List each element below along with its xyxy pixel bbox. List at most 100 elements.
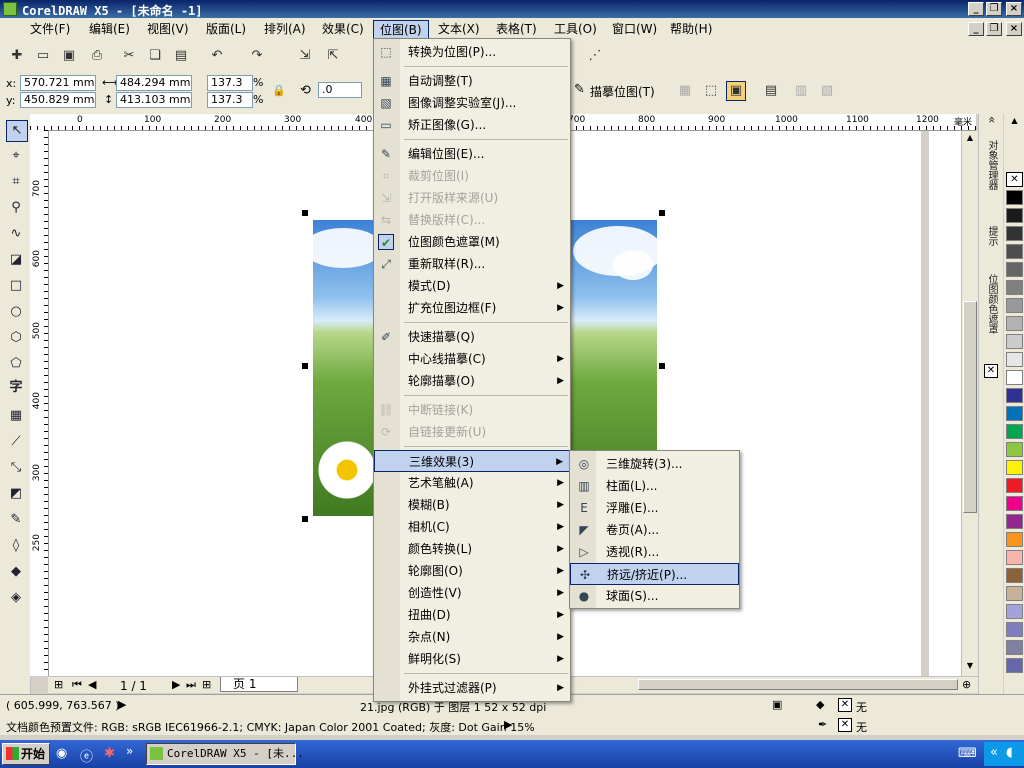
basic-shapes-icon[interactable]: ⬠: [6, 354, 26, 374]
color-swatch[interactable]: [1006, 244, 1023, 259]
freehand-tool-icon[interactable]: ∿: [6, 224, 26, 244]
color-swatch[interactable]: [1006, 262, 1023, 277]
no-outline-swatch-icon[interactable]: ✕: [838, 718, 852, 732]
add-page-end-icon[interactable]: ⊞: [202, 678, 211, 691]
menu-item-31[interactable]: 鲜明化(S) ▶: [374, 648, 570, 670]
menu-text[interactable]: 文本(X): [432, 20, 486, 38]
docker-tab-hints[interactable]: 提示: [983, 226, 999, 246]
undo-icon[interactable]: ↶: [208, 47, 226, 65]
scroll-up-icon[interactable]: ▲: [964, 133, 976, 145]
connector-tool-icon[interactable]: ⤡: [6, 458, 26, 478]
menu-item-15[interactable]: ✐ 快速描摹(Q): [374, 326, 570, 348]
link-bitmap-icon[interactable]: ▦: [676, 82, 694, 100]
menu-item-29[interactable]: 扭曲(D) ▶: [374, 604, 570, 626]
doc-minimize-button[interactable]: _: [968, 22, 984, 36]
selection-handle[interactable]: [302, 516, 308, 522]
color-swatch[interactable]: [1006, 586, 1023, 601]
menu-item-25[interactable]: 相机(C) ▶: [374, 516, 570, 538]
color-swatch[interactable]: [1006, 478, 1023, 493]
color-swatch[interactable]: [1006, 532, 1023, 547]
chrome-icon[interactable]: ◉: [56, 746, 67, 761]
color-swatch[interactable]: [1006, 568, 1023, 583]
menu-item-28[interactable]: 创造性(V) ▶: [374, 582, 570, 604]
zoom-tool-icon[interactable]: ⚲: [6, 198, 26, 218]
no-fill-swatch-icon[interactable]: ✕: [838, 698, 852, 712]
menu-item-33[interactable]: 外挂式过滤器(P) ▶: [374, 677, 570, 699]
bitmap-color-mask-icon[interactable]: ▣: [726, 81, 746, 101]
menu-item-23[interactable]: 艺术笔触(A) ▶: [374, 472, 570, 494]
menu-item-17[interactable]: 轮廓描摹(O) ▶: [374, 370, 570, 392]
eyedropper-tool-icon[interactable]: ✎: [6, 510, 26, 530]
color-swatch[interactable]: [1006, 496, 1023, 511]
copy-icon[interactable]: ❏: [146, 47, 164, 65]
outline-tool-icon[interactable]: ◊: [6, 536, 26, 556]
close-button[interactable]: ×: [1006, 2, 1022, 16]
width-input[interactable]: 484.294 mm: [116, 75, 192, 91]
interactive-effects-icon[interactable]: ◩: [6, 484, 26, 504]
first-page-icon[interactable]: ⏮: [72, 678, 82, 692]
wrap-text-icon[interactable]: ▤: [762, 82, 780, 100]
page-tab[interactable]: 页 1: [220, 677, 298, 692]
import-icon[interactable]: ⇲: [296, 47, 314, 65]
color-swatch[interactable]: [1006, 190, 1023, 205]
profile-arrow-icon[interactable]: ▶: [504, 718, 512, 731]
more-icon[interactable]: »: [126, 744, 133, 758]
menu-file[interactable]: 文件(F): [24, 20, 76, 38]
menu-bitmaps[interactable]: 位图(B): [373, 20, 429, 40]
next-page-icon[interactable]: ▶: [172, 678, 180, 691]
to-front-icon[interactable]: ▥: [792, 82, 810, 100]
palette-up-icon[interactable]: ▲: [1007, 116, 1022, 125]
color-swatch[interactable]: [1006, 550, 1023, 565]
ie-icon[interactable]: ⓔ: [80, 746, 93, 765]
menu-tools[interactable]: 工具(O): [548, 20, 603, 38]
scroll-thumb[interactable]: [963, 301, 977, 513]
color-swatch[interactable]: [1006, 316, 1023, 331]
menu-table[interactable]: 表格(T): [490, 20, 543, 38]
collapse-dockers-icon[interactable]: «: [983, 116, 999, 123]
keyboard-icon[interactable]: ⌨: [958, 746, 977, 761]
color-swatch[interactable]: [1006, 460, 1023, 475]
color-swatch[interactable]: [1006, 514, 1023, 529]
volume-icon[interactable]: ◖: [1006, 745, 1013, 760]
vertical-scrollbar[interactable]: ▲ ▼: [961, 131, 978, 676]
scroll-down-icon[interactable]: ▼: [964, 661, 976, 673]
menu-item-16[interactable]: 中心线描摹(C) ▶: [374, 348, 570, 370]
menu-item-30[interactable]: 杂点(N) ▶: [374, 626, 570, 648]
redo-icon[interactable]: ↷: [248, 47, 266, 65]
cut-icon[interactable]: ✂: [120, 47, 138, 65]
selection-handle[interactable]: [659, 210, 665, 216]
color-swatch[interactable]: [1006, 622, 1023, 637]
tool-icon[interactable]: ✱: [104, 746, 115, 761]
selection-handle[interactable]: [302, 363, 308, 369]
height-input[interactable]: 413.103 mm: [116, 92, 192, 108]
dimension-tool-icon[interactable]: ⟋: [6, 432, 26, 452]
doc-restore-button[interactable]: ❐: [986, 22, 1002, 36]
paste-icon[interactable]: ▤: [172, 47, 190, 65]
menu-item-2[interactable]: ▦ 自动调整(T): [374, 70, 570, 92]
print-icon[interactable]: ⎙: [88, 47, 106, 65]
submenu-item-0[interactable]: ◎ 三维旋转(3)...: [570, 453, 739, 475]
new-document-icon[interactable]: ✚: [8, 47, 26, 65]
menu-item-24[interactable]: 模糊(B) ▶: [374, 494, 570, 516]
close-docker-icon[interactable]: ✕: [984, 364, 998, 378]
scale-y-input[interactable]: 137.3: [207, 92, 253, 108]
menu-item-22[interactable]: 三维效果(3) ▶: [374, 450, 570, 472]
y-position-input[interactable]: 450.829 mm: [20, 92, 96, 108]
resample-bitmap-icon[interactable]: ⬚: [702, 82, 720, 100]
scale-x-input[interactable]: 137.3: [207, 75, 253, 91]
submenu-item-3[interactable]: ◤ 卷页(A)...: [570, 519, 739, 541]
menu-effects[interactable]: 效果(C): [316, 20, 370, 38]
snap-icon[interactable]: ⋰: [586, 47, 604, 65]
interactive-fill-icon[interactable]: ◈: [6, 588, 26, 608]
docker-tab-object-manager[interactable]: 对象管理器: [983, 140, 999, 190]
color-swatch[interactable]: [1006, 658, 1023, 673]
tray-expand-icon[interactable]: «: [990, 745, 998, 760]
export-icon[interactable]: ⇱: [324, 47, 342, 65]
save-icon[interactable]: ▣: [60, 47, 78, 65]
color-swatch[interactable]: [1006, 298, 1023, 313]
no-color-swatch[interactable]: ✕: [1006, 172, 1023, 187]
color-swatch[interactable]: [1006, 388, 1023, 403]
menu-item-26[interactable]: 颜色转换(L) ▶: [374, 538, 570, 560]
submenu-item-5[interactable]: ✣ 挤远/挤近(P)...: [570, 563, 739, 585]
color-swatch[interactable]: [1006, 442, 1023, 457]
